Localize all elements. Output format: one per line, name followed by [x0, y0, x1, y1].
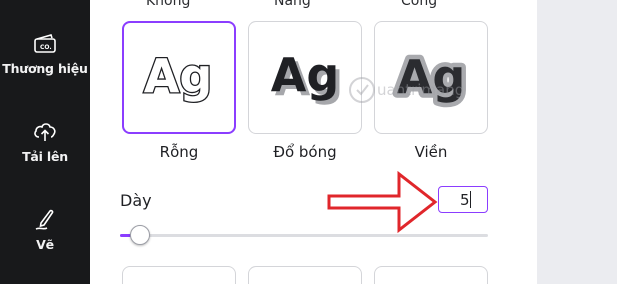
annotation-arrow-icon — [327, 170, 438, 234]
sidebar-item-brand[interactable]: CO. Thương hiệu — [0, 30, 90, 76]
effect-tile-next-2[interactable] — [248, 266, 362, 284]
watermark-logo: uantrimang — [349, 77, 464, 103]
shadow-sample: Ag Ag — [271, 48, 344, 106]
left-sidebar: CO. Thương hiệu Tải lên Vẽ — [0, 0, 90, 284]
effect-label-outline: Viền — [414, 143, 448, 161]
effect-tile-hollow[interactable]: Ag — [122, 21, 236, 134]
hollow-sample-text: Ag — [144, 49, 213, 103]
sidebar-item-label: Tải lên — [22, 149, 68, 164]
cut-label-lift: Nâng — [274, 0, 311, 9]
sidebar-item-label: Vẽ — [36, 237, 54, 252]
brand-icon: CO. — [34, 34, 56, 53]
effect-tile-next-3[interactable] — [374, 266, 488, 284]
effect-tile-next-1[interactable] — [122, 266, 236, 284]
upload-cloud-icon — [34, 123, 56, 141]
effect-tile-shadow[interactable]: Ag Ag — [248, 21, 362, 134]
thickness-value: 5 — [460, 191, 470, 209]
effect-label-shadow: Đổ bóng — [273, 143, 337, 161]
thickness-input[interactable]: 5 — [438, 186, 488, 213]
shadow-sample-text: Ag — [271, 48, 340, 102]
panel-scroll-gutter — [520, 0, 537, 284]
svg-text:CO.: CO. — [40, 44, 52, 51]
effects-panel: Không Nâng Cong Ag Ag Ag Ag Rỗng Đổ bóng… — [90, 0, 520, 284]
sidebar-item-draw[interactable]: Vẽ — [0, 206, 90, 252]
cut-label-none: Không — [146, 0, 191, 9]
watermark-text: uantrimang — [377, 81, 464, 99]
sidebar-item-label: Thương hiệu — [2, 61, 88, 76]
text-caret — [470, 191, 471, 208]
draw-pen-icon — [35, 209, 54, 230]
canvas-area — [537, 0, 617, 284]
cut-label-curve: Cong — [401, 0, 438, 9]
thickness-label: Dày — [120, 191, 152, 210]
effect-label-hollow: Rỗng — [159, 143, 199, 161]
sidebar-item-upload[interactable]: Tải lên — [0, 118, 90, 164]
hollow-sample: Ag — [142, 48, 213, 105]
thickness-slider-thumb[interactable] — [130, 225, 151, 245]
